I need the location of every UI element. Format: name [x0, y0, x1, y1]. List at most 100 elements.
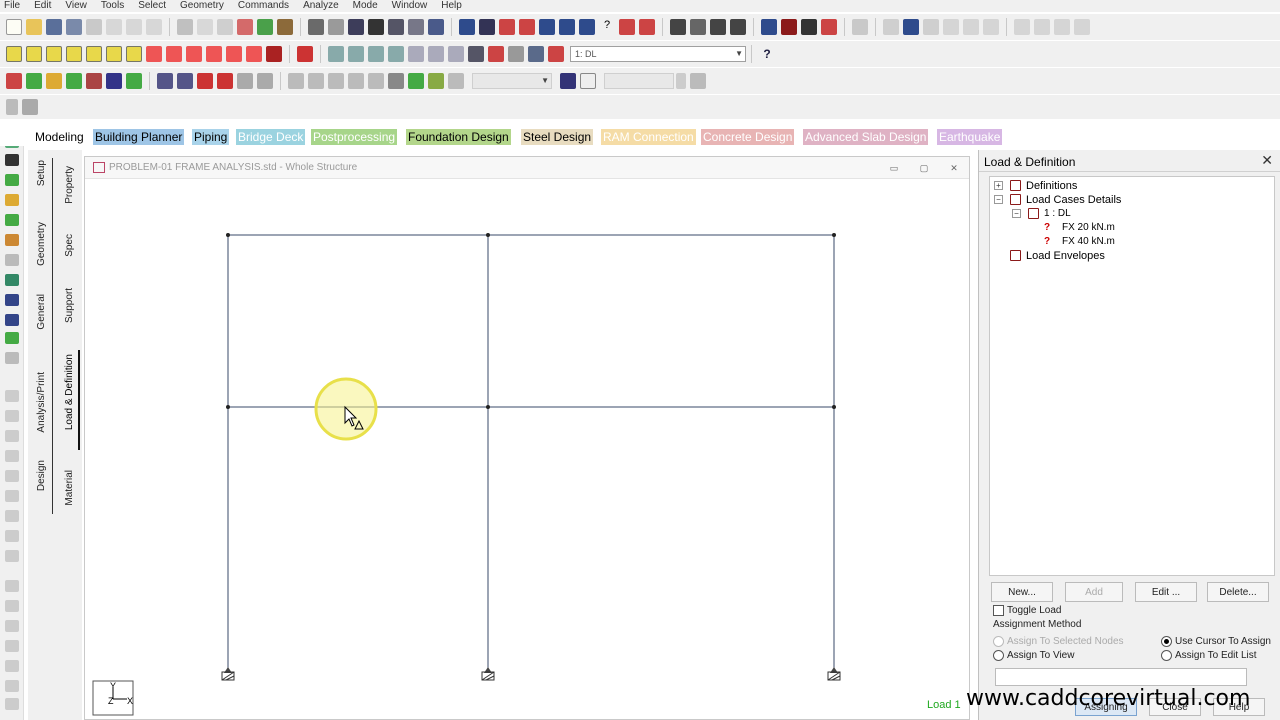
fixed-support-icon[interactable]: [221, 667, 235, 681]
bottom-view-icon[interactable]: [126, 46, 142, 62]
tab-design[interactable]: Design: [36, 460, 47, 491]
zoom-out-icon[interactable]: [388, 46, 404, 62]
stretch-icon[interactable]: [368, 73, 384, 89]
mirror-tool-icon[interactable]: [5, 430, 19, 442]
report-tool-icon[interactable]: [5, 640, 19, 652]
zoom-dynamic-icon[interactable]: [408, 46, 424, 62]
value-combo[interactable]: [604, 73, 674, 89]
collapse-icon[interactable]: −: [1012, 209, 1021, 218]
edit-tool-icon[interactable]: [5, 660, 19, 672]
new-button[interactable]: New...: [991, 582, 1053, 602]
export-icon[interactable]: [388, 19, 404, 35]
split-beam-icon[interactable]: [388, 73, 404, 89]
copy-icon[interactable]: [126, 19, 142, 35]
mode-tab-earthquake[interactable]: Earthquake: [937, 129, 1003, 145]
window-cascade-icon[interactable]: [1034, 19, 1050, 35]
member-orientation-icon[interactable]: [217, 73, 233, 89]
tab-support[interactable]: Support: [64, 288, 75, 323]
new-view-icon[interactable]: [468, 46, 484, 62]
measure-icon[interactable]: [237, 19, 253, 35]
tree-item-load-case-1[interactable]: − 1 : DL: [990, 207, 1270, 221]
pencil-icon[interactable]: [619, 19, 635, 35]
mode-tab-bridge-deck[interactable]: Bridge Deck: [236, 129, 306, 145]
solids-cursor-icon[interactable]: [106, 73, 122, 89]
minimize-button[interactable]: ▭: [883, 161, 905, 175]
eye-icon[interactable]: [801, 19, 817, 35]
grid-tool-icon[interactable]: [5, 274, 19, 286]
zoom-in-icon[interactable]: [368, 46, 384, 62]
nodes-cursor-icon[interactable]: [26, 73, 42, 89]
fixed-support-icon[interactable]: [827, 667, 841, 681]
mode-tab-concrete-design[interactable]: Concrete Design: [701, 129, 795, 145]
select-node-icon[interactable]: [459, 19, 475, 35]
results-combo[interactable]: ▼: [472, 73, 552, 89]
undo-icon[interactable]: [177, 19, 193, 35]
expand-icon[interactable]: +: [994, 181, 1003, 190]
arch-icon[interactable]: [761, 19, 777, 35]
menu-tools[interactable]: Tools: [101, 0, 124, 12]
add-node-icon[interactable]: [5, 314, 19, 326]
frame-drawing[interactable]: Y Z X: [85, 179, 969, 719]
mode-tab-postprocessing[interactable]: Postprocessing: [311, 129, 398, 145]
back-view-icon[interactable]: [46, 46, 62, 62]
zoom-all-icon[interactable]: [328, 46, 344, 62]
move-tool-icon[interactable]: [5, 332, 19, 344]
assign-edit-list-radio[interactable]: [1161, 650, 1172, 661]
tab-analysis-print[interactable]: Analysis/Print: [36, 372, 47, 433]
node[interactable]: [832, 405, 836, 409]
circle-icon[interactable]: [730, 19, 746, 35]
animate-icon[interactable]: [428, 73, 444, 89]
use-cursor-radio[interactable]: [1161, 636, 1172, 647]
mode-tab-modeling[interactable]: Modeling: [33, 129, 86, 145]
mode-tab-advanced-slab-design[interactable]: Advanced Slab Design: [803, 129, 929, 145]
window-close-icon[interactable]: [1074, 19, 1090, 35]
select-cursor-icon[interactable]: [6, 73, 22, 89]
rotate-up-icon[interactable]: [146, 46, 162, 62]
wand-icon[interactable]: [277, 19, 293, 35]
plates-cursor-icon[interactable]: [66, 73, 82, 89]
close-button[interactable]: ✕: [943, 161, 965, 175]
rotate-left-icon[interactable]: [186, 46, 202, 62]
doc-icon[interactable]: [943, 19, 959, 35]
measure-tool-icon[interactable]: [5, 600, 19, 612]
print-icon[interactable]: [86, 19, 102, 35]
picture-icon[interactable]: [408, 19, 424, 35]
menu-window[interactable]: Window: [392, 0, 428, 12]
magnifier-icon[interactable]: [508, 46, 524, 62]
geometry-cursor-icon[interactable]: [126, 73, 142, 89]
tree-item-load-envelopes[interactable]: Load Envelopes: [990, 249, 1270, 263]
front-view-icon[interactable]: [26, 46, 42, 62]
mode-tab-foundation-design[interactable]: Foundation Design: [406, 129, 511, 145]
tab-general[interactable]: General: [36, 294, 47, 330]
tab-load-definition[interactable]: Load & Definition: [64, 354, 75, 430]
tool-icon[interactable]: [22, 99, 38, 115]
menu-analyze[interactable]: Analyze: [303, 0, 339, 12]
report-icon[interactable]: [348, 19, 364, 35]
pointer-icon[interactable]: [257, 73, 273, 89]
rotate-right-icon[interactable]: [206, 46, 222, 62]
section-view-icon[interactable]: [237, 73, 253, 89]
dimension-icon[interactable]: [499, 19, 515, 35]
mode-tab-steel-design[interactable]: Steel Design: [521, 129, 594, 145]
close-icon[interactable]: ✕: [1261, 152, 1273, 169]
shade-icon[interactable]: [548, 46, 564, 62]
tab-property[interactable]: Property: [64, 166, 75, 204]
surface-tool-icon[interactable]: [5, 234, 19, 246]
extrude-tool-icon[interactable]: [5, 470, 19, 482]
structure-icon[interactable]: [528, 46, 544, 62]
top-view-icon[interactable]: [106, 46, 122, 62]
label-tool-icon[interactable]: [5, 580, 19, 592]
renumber-tool-icon[interactable]: [5, 530, 19, 542]
tree-item-load-fx20[interactable]: ? FX 20 kN.m: [990, 221, 1270, 235]
node[interactable]: [832, 233, 836, 237]
zoom-previous-icon[interactable]: [428, 46, 444, 62]
ibeam-icon[interactable]: [903, 19, 919, 35]
menu-view[interactable]: View: [65, 0, 87, 12]
length-icon[interactable]: [579, 19, 595, 35]
plate-icon[interactable]: [852, 19, 868, 35]
axis-icon[interactable]: [197, 73, 213, 89]
node-tool-icon[interactable]: [5, 174, 19, 186]
save-all-icon[interactable]: [66, 19, 82, 35]
node[interactable]: [226, 405, 230, 409]
spin-left-icon[interactable]: [226, 46, 242, 62]
